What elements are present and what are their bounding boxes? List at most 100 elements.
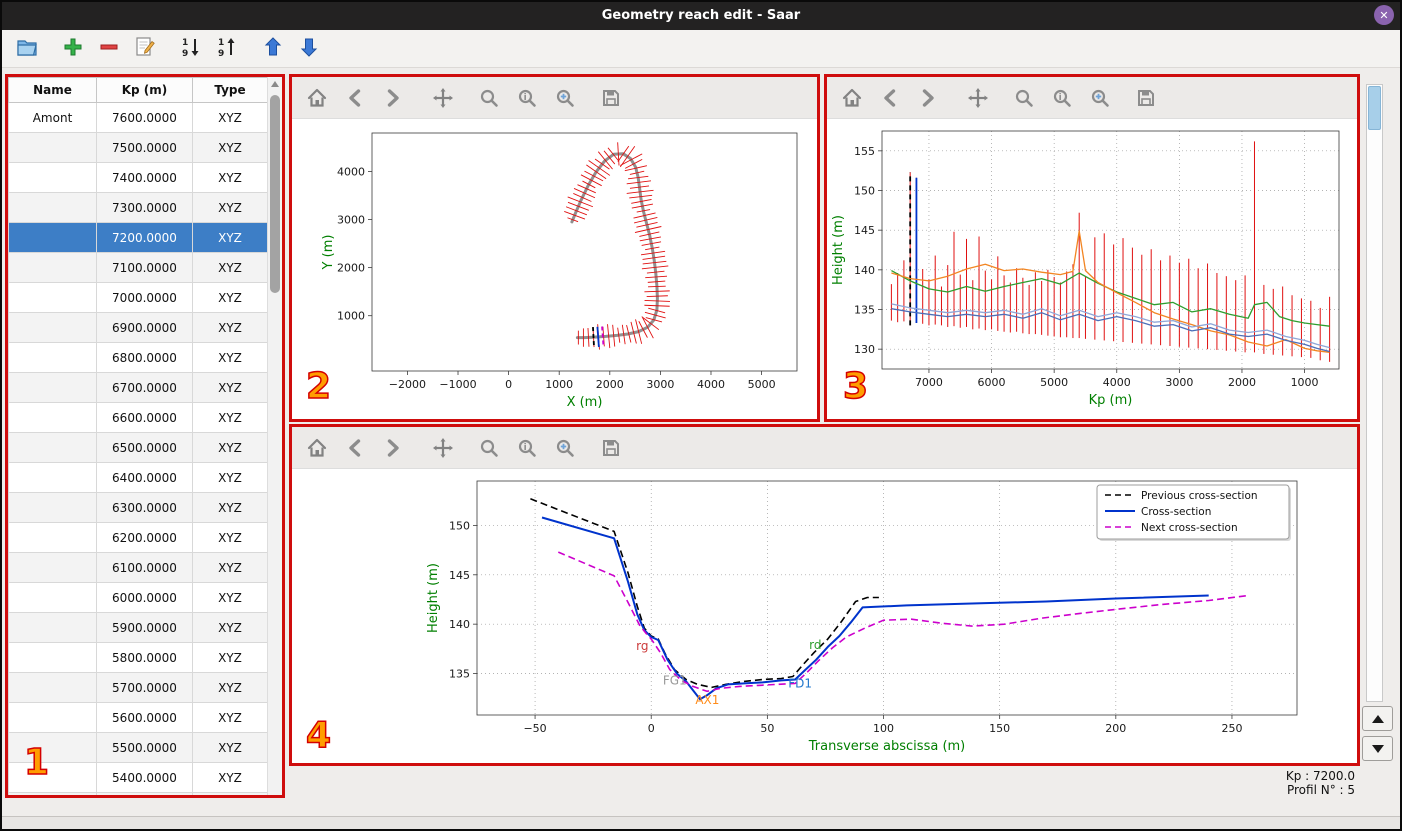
table-cell[interactable]: 7300.0000 <box>96 192 193 223</box>
table-cell[interactable]: 6600.0000 <box>96 402 193 433</box>
table-cell[interactable]: 6000.0000 <box>96 582 193 613</box>
move-up-button[interactable] <box>258 34 288 64</box>
table-row[interactable]: 7100.0000 XYZ <box>8 252 268 283</box>
zoom-icon[interactable] <box>474 433 504 463</box>
cross-section-plot[interactable]: −50 0 50 100 150 200 250 135 140 145 150 Transverse… <box>292 469 1357 763</box>
profile-up-button[interactable] <box>1362 706 1393 731</box>
table-cell[interactable]: 6500.0000 <box>96 432 193 463</box>
table-cell[interactable] <box>8 552 97 583</box>
table-cell[interactable]: XYZ <box>192 762 268 793</box>
table-cell[interactable] <box>8 162 97 193</box>
table-cell[interactable]: XYZ <box>192 372 268 403</box>
sort-descending-button[interactable]: 19 <box>176 34 206 64</box>
table-cell[interactable]: 6100.0000 <box>96 552 193 583</box>
forward-icon[interactable] <box>378 83 408 113</box>
table-cell[interactable] <box>8 492 97 523</box>
table-row[interactable]: 6100.0000 XYZ <box>8 552 268 583</box>
table-cell[interactable]: XYZ <box>192 102 268 133</box>
table-row[interactable]: 5800.0000 XYZ <box>8 642 268 673</box>
options-icon[interactable]: i <box>512 83 542 113</box>
table-cell[interactable]: 5600.0000 <box>96 702 193 733</box>
zoom-icon[interactable] <box>1009 83 1039 113</box>
table-cell[interactable]: 7500.0000 <box>96 132 193 163</box>
table-cell[interactable] <box>8 342 97 373</box>
remove-profile-button[interactable] <box>94 34 124 64</box>
table-cell[interactable] <box>8 642 97 673</box>
table-cell[interactable] <box>8 132 97 163</box>
table-cell[interactable]: 7400.0000 <box>96 162 193 193</box>
table-row[interactable]: 5300.0000XYZ <box>8 792 268 795</box>
column-header-type[interactable]: Type <box>192 77 268 103</box>
table-cell[interactable]: XYZ <box>192 672 268 703</box>
table-cell[interactable]: XYZ <box>192 642 268 673</box>
table-cell[interactable]: XYZ <box>192 792 268 795</box>
table-cell[interactable] <box>8 192 97 223</box>
table-cell[interactable]: 6300.0000 <box>96 492 193 523</box>
pan-icon[interactable] <box>963 83 993 113</box>
table-row[interactable]: 6600.0000 XYZ <box>8 402 268 433</box>
table-cell[interactable] <box>8 222 97 253</box>
table-cell[interactable]: 5900.0000 <box>96 612 193 643</box>
table-cell[interactable] <box>8 672 97 703</box>
table-cell[interactable] <box>8 432 97 463</box>
add-profile-button[interactable] <box>58 34 88 64</box>
table-row[interactable]: 5700.0000 XYZ <box>8 672 268 703</box>
table-row[interactable]: 6200.0000 XYZ <box>8 522 268 553</box>
table-row[interactable]: 6900.0000 XYZ <box>8 312 268 343</box>
table-cell[interactable]: XYZ <box>192 342 268 373</box>
table-scrollbar[interactable] <box>267 77 282 795</box>
table-row[interactable]: 6400.0000 XYZ <box>8 462 268 493</box>
column-header-kp[interactable]: Kp (m) <box>96 77 193 103</box>
table-cell[interactable]: XYZ <box>192 192 268 223</box>
column-header-name[interactable]: Name <box>8 77 97 103</box>
table-cell[interactable] <box>8 372 97 403</box>
home-icon[interactable] <box>837 83 867 113</box>
table-cell[interactable]: 6200.0000 <box>96 522 193 553</box>
table-cell[interactable] <box>8 762 97 793</box>
table-cell[interactable]: XYZ <box>192 222 268 253</box>
move-down-button[interactable] <box>294 34 324 64</box>
table-row[interactable]: 7400.0000 XYZ <box>8 162 268 193</box>
table-cell[interactable]: XYZ <box>192 282 268 313</box>
longitudinal-profile-plot[interactable]: 7000 6000 5000 4000 3000 2000 1000 130 135 140 145… <box>827 119 1357 419</box>
options-icon[interactable]: i <box>1047 83 1077 113</box>
scroll-up-icon[interactable] <box>271 81 279 87</box>
close-button[interactable]: ✕ <box>1374 5 1394 25</box>
table-cell[interactable] <box>8 582 97 613</box>
home-icon[interactable] <box>302 433 332 463</box>
zoom-rect-icon[interactable] <box>550 83 580 113</box>
table-cell[interactable]: XYZ <box>192 462 268 493</box>
table-cell[interactable]: 7600.0000 <box>96 102 193 133</box>
table-cell[interactable]: XYZ <box>192 312 268 343</box>
table-cell[interactable] <box>8 312 97 343</box>
table-row[interactable]: 7000.0000 XYZ <box>8 282 268 313</box>
table-cell[interactable]: XYZ <box>192 492 268 523</box>
save-icon[interactable] <box>596 433 626 463</box>
pan-icon[interactable] <box>428 83 458 113</box>
table-row[interactable]: 6700.0000 XYZ <box>8 372 268 403</box>
zoom-icon[interactable] <box>474 83 504 113</box>
table-cell[interactable] <box>8 522 97 553</box>
table-row[interactable]: 6300.0000 XYZ <box>8 492 268 523</box>
table-cell[interactable] <box>8 732 97 763</box>
main-scrollbar-thumb[interactable] <box>1368 86 1381 130</box>
table-cell[interactable]: 6900.0000 <box>96 312 193 343</box>
save-icon[interactable] <box>596 83 626 113</box>
table-cell[interactable]: 7200.0000 <box>96 222 193 253</box>
table-cell[interactable]: 7000.0000 <box>96 282 193 313</box>
table-row[interactable]: 5900.0000 XYZ <box>8 612 268 643</box>
table-row[interactable]: 7200.0000 XYZ <box>8 222 268 253</box>
table-cell[interactable]: XYZ <box>192 522 268 553</box>
table-cell[interactable]: XYZ <box>192 732 268 763</box>
open-button[interactable] <box>12 34 42 64</box>
table-row[interactable]: Amont 7600.0000 XYZ <box>8 102 268 133</box>
zoom-rect-icon[interactable] <box>550 433 580 463</box>
table-cell[interactable]: 6700.0000 <box>96 372 193 403</box>
table-cell[interactable] <box>8 402 97 433</box>
back-icon[interactable] <box>340 433 370 463</box>
table-cell[interactable]: 6400.0000 <box>96 462 193 493</box>
zoom-rect-icon[interactable] <box>1085 83 1115 113</box>
options-icon[interactable]: i <box>512 433 542 463</box>
table-scrollbar-thumb[interactable] <box>270 95 280 293</box>
main-scrollbar[interactable] <box>1366 84 1383 702</box>
